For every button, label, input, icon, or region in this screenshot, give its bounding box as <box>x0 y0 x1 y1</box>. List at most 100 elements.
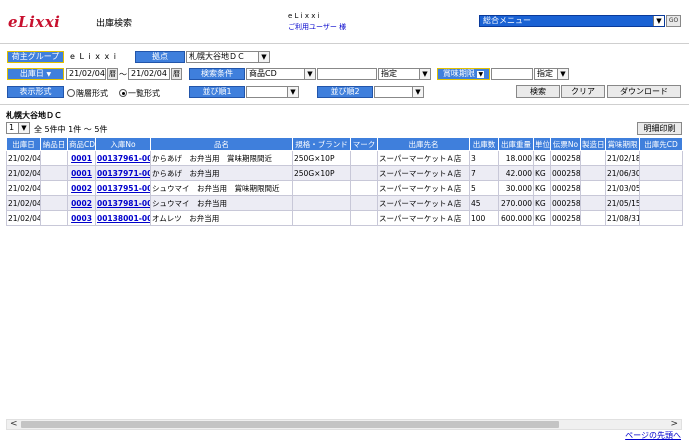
condition-match-value: 指定 <box>381 69 397 78</box>
cell-qty: 45 <box>469 195 499 211</box>
cell-dest-cd <box>639 150 683 166</box>
expiry-match-select[interactable]: 指定 ▼ <box>534 68 569 80</box>
main-menu-value: 総合メニュー <box>483 16 531 25</box>
cell-spec: 250G×10P <box>292 150 351 166</box>
cell-weight: 30.000 <box>498 180 534 196</box>
cell-name: オムレツ お弁当用 <box>150 210 293 226</box>
product-code-link[interactable]: 0001 <box>71 154 92 163</box>
print-detail-button[interactable]: 明細印刷 <box>637 122 682 135</box>
cell-deliv <box>40 165 68 181</box>
display-option-list[interactable]: 一覧形式 <box>119 88 160 99</box>
elixxi-logo: eLixxi <box>8 13 61 31</box>
product-code-link[interactable]: 0002 <box>71 199 92 208</box>
expiry-match-value: 指定 <box>537 69 553 78</box>
receipt-no-link[interactable]: 00137971-00 <box>97 169 150 178</box>
cell-mfg <box>580 210 606 226</box>
base-value: 札幌大谷地ＤＣ <box>189 52 245 61</box>
scroll-left-icon[interactable]: < <box>10 419 18 429</box>
user-info: e L i x x i ご利用ユーザー 様 <box>288 11 346 33</box>
display-format-label: 表示形式 <box>7 86 64 98</box>
search-button[interactable]: 検索 <box>516 85 560 98</box>
expiry-input[interactable] <box>491 68 533 80</box>
radio-icon <box>67 89 75 97</box>
cell-name: シュウマイ お弁当用 <box>150 195 293 211</box>
section-title: 札幌大谷地ＤＣ <box>6 111 62 120</box>
cell-spec <box>292 180 351 196</box>
form-divider <box>0 104 689 105</box>
cell-code: 0001 <box>67 150 96 166</box>
cell-qty: 5 <box>469 180 499 196</box>
cell-weight: 18.000 <box>498 150 534 166</box>
horizontal-scrollbar[interactable]: < > <box>6 419 682 430</box>
column-header: 入庫No <box>95 137 151 151</box>
column-header: 賞味期限 <box>605 137 640 151</box>
calendar-icon[interactable]: 暦 <box>171 68 182 80</box>
ship-date-label[interactable]: 出庫日 ▼ <box>7 68 64 80</box>
column-header: 出庫先CD <box>639 137 683 151</box>
column-header: 出庫数 <box>469 137 499 151</box>
clear-button[interactable]: クリア <box>561 85 605 98</box>
user-name: 様 <box>339 23 347 31</box>
date-from-input[interactable]: 21/02/04 <box>66 68 106 80</box>
page-select[interactable]: 1 ▼ <box>6 122 30 134</box>
cell-mark <box>350 150 378 166</box>
column-header: 伝票No <box>550 137 581 151</box>
scroll-right-icon[interactable]: > <box>670 419 678 429</box>
back-to-top-link[interactable]: ページの先頭へ <box>625 430 681 441</box>
cell-in-no: 00137961-00 <box>95 150 151 166</box>
product-code-link[interactable]: 0001 <box>71 169 92 178</box>
chevron-down-icon: ▼ <box>477 71 485 78</box>
cell-qty: 3 <box>469 150 499 166</box>
display-option-list-label: 一覧形式 <box>128 89 160 98</box>
receipt-no-link[interactable]: 00137961-00 <box>97 154 150 163</box>
display-option-hierarchy[interactable]: 階層形式 <box>67 88 108 99</box>
base-select[interactable]: 札幌大谷地ＤＣ ▼ <box>186 51 270 63</box>
cell-expiry: 21/05/15 <box>605 195 640 211</box>
cell-expiry: 21/08/31 <box>605 210 640 226</box>
cell-mark <box>350 195 378 211</box>
condition-match-select[interactable]: 指定 ▼ <box>378 68 431 80</box>
search-condition-select[interactable]: 商品CD ▼ <box>246 68 316 80</box>
owner-group-value: e L i x x i <box>70 52 118 61</box>
cell-ship: 21/02/04 <box>6 210 41 226</box>
cell-mfg <box>580 150 606 166</box>
column-header: 製造日 <box>580 137 606 151</box>
cell-unit: KG <box>533 195 551 211</box>
base-label: 拠点 <box>135 51 185 63</box>
sort1-select[interactable]: ▼ <box>246 86 299 98</box>
scrollbar-thumb[interactable] <box>21 421 559 428</box>
product-code-link[interactable]: 0002 <box>71 184 92 193</box>
column-header: 商品CD <box>67 137 96 151</box>
chevron-down-icon: ▼ <box>412 87 423 97</box>
owner-group-label: 荷主グループ <box>7 51 64 63</box>
receipt-no-link[interactable]: 00137981-00 <box>97 199 150 208</box>
cell-dest: スーパーマーケットＡ店 <box>377 210 470 226</box>
chevron-down-icon: ▼ <box>557 69 568 79</box>
cell-weight: 270.000 <box>498 195 534 211</box>
receipt-no-link[interactable]: 00138001-00 <box>97 214 150 223</box>
receipt-no-link[interactable]: 00137951-00 <box>97 184 150 193</box>
cell-qty: 7 <box>469 165 499 181</box>
main-menu-select[interactable]: 総合メニュー ▼ <box>479 15 665 27</box>
sort2-select[interactable]: ▼ <box>374 86 424 98</box>
cell-weight: 600.000 <box>498 210 534 226</box>
cell-mfg <box>580 195 606 211</box>
column-header: 単位 <box>533 137 551 151</box>
cell-expiry: 21/03/05 <box>605 180 640 196</box>
search-condition-input[interactable] <box>317 68 377 80</box>
cell-dest-cd <box>639 195 683 211</box>
table-header-row: 出庫日 納品日 商品CD 入庫No 品名 規格・ブランド マーク 出庫先名 出庫数 出庫重量 単位伝… <box>6 137 683 151</box>
cell-mark <box>350 210 378 226</box>
expiry-label[interactable]: 賞味期限 ▼ <box>437 68 490 80</box>
download-button[interactable]: ダウンロード <box>607 85 681 98</box>
calendar-icon[interactable]: 暦 <box>107 68 118 80</box>
product-code-link[interactable]: 0003 <box>71 214 92 223</box>
cell-slip: 0002586 <box>550 195 581 211</box>
date-to-input[interactable]: 21/02/04 <box>128 68 170 80</box>
table-row: 21/02/04 0002 00137951-00 シュウマイ お弁当用 賞味期限間近… <box>6 180 683 196</box>
page: eLixxi 出庫検索 e L i x x i ご利用ユーザー 様 総合メニュー… <box>0 0 689 446</box>
cell-dest: スーパーマーケットＡ店 <box>377 165 470 181</box>
column-header: 出庫重量 <box>498 137 534 151</box>
display-option-hierarchy-label: 階層形式 <box>76 89 108 98</box>
go-button[interactable]: GO <box>666 15 681 27</box>
